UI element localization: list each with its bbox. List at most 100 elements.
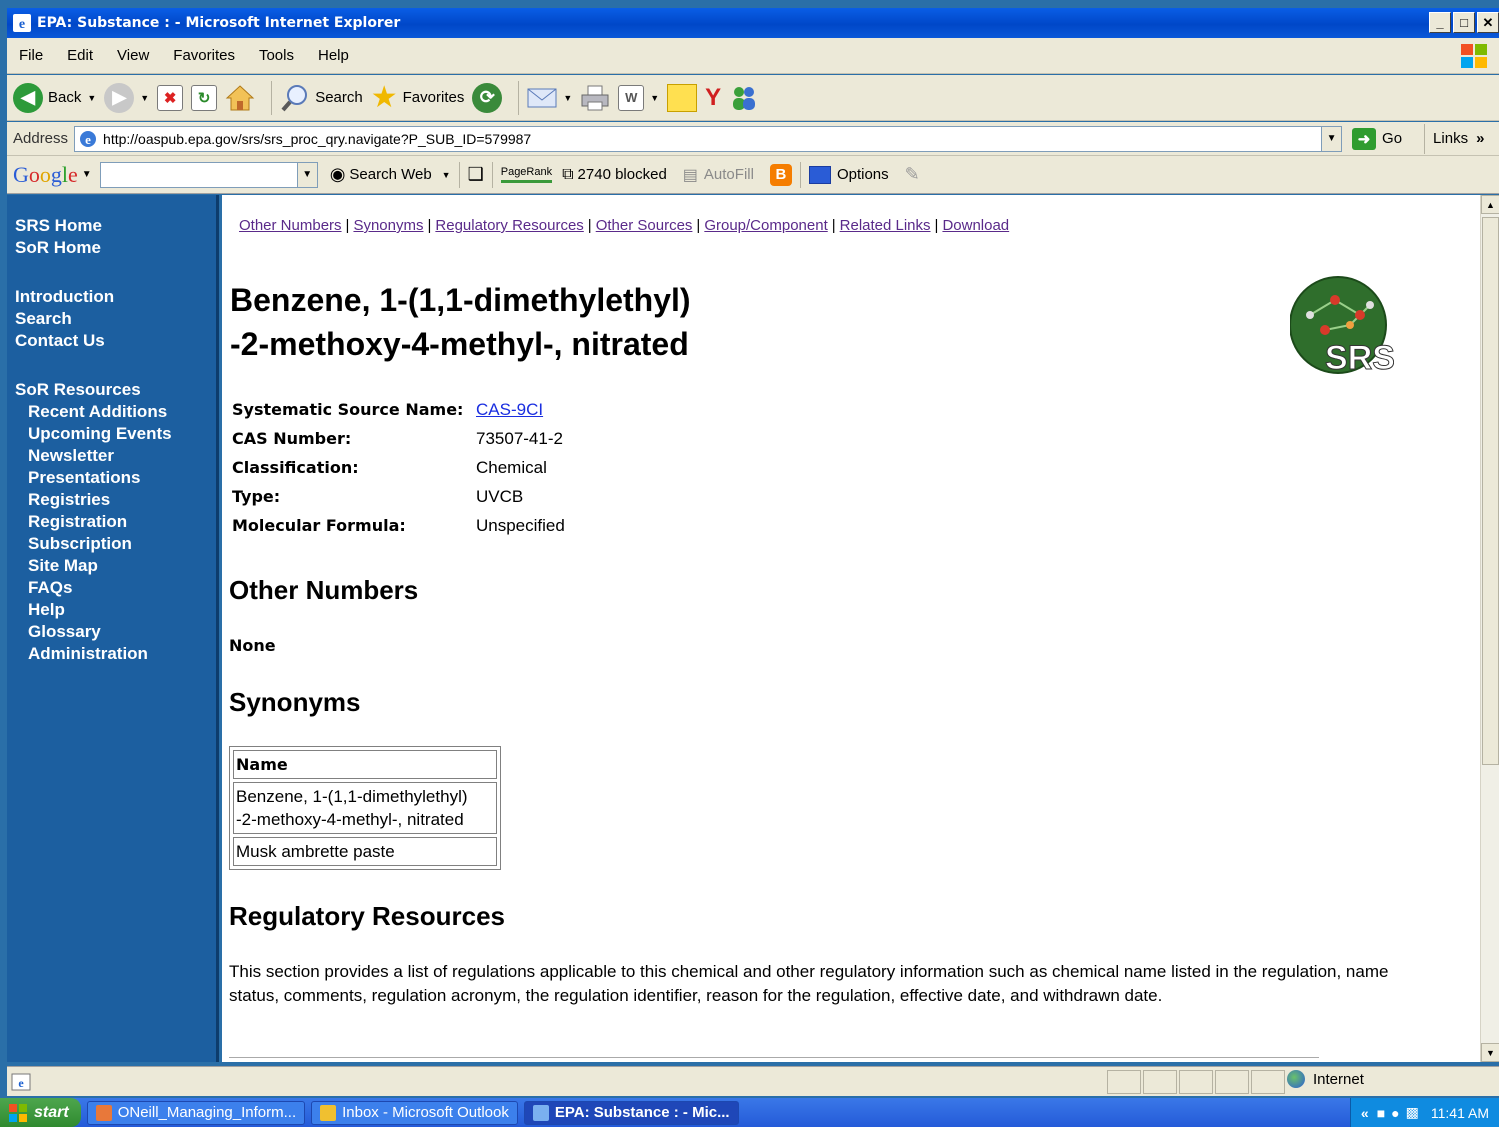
link-related-links[interactable]: Related Links — [840, 217, 931, 234]
chevron-down-icon[interactable]: ▼ — [87, 93, 96, 103]
minimize-button[interactable]: _ — [1429, 12, 1451, 33]
molecular-formula-value: Unspecified — [476, 516, 565, 535]
link-other-sources[interactable]: Other Sources — [596, 217, 693, 234]
menu-tools[interactable]: Tools — [259, 47, 294, 64]
sidebar-nav: SRS Home SoR Home Introduction Search Co… — [7, 195, 219, 1062]
messenger-tray-icon[interactable]: ● — [1391, 1105, 1399, 1121]
taskbar-item-ie[interactable]: EPA: Substance : - Mic... — [523, 1100, 739, 1125]
vertical-scrollbar[interactable]: ▲ ▼ — [1480, 195, 1499, 1062]
link-download[interactable]: Download — [942, 217, 1009, 234]
start-button[interactable]: start — [0, 1098, 81, 1127]
scroll-down-icon[interactable]: ▼ — [1481, 1043, 1499, 1062]
google-logo[interactable]: Google ▼ — [13, 162, 92, 188]
stop-button[interactable]: ✖ — [157, 84, 184, 111]
address-input[interactable]: e http://oaspub.epa.gov/srs/srs_proc_qry… — [74, 125, 1343, 152]
link-regulatory-resources[interactable]: Regulatory Resources — [435, 217, 583, 234]
options-icon — [808, 165, 831, 184]
scroll-thumb[interactable] — [1482, 217, 1499, 765]
popup-blocker-button[interactable]: ⧉ 2740 blocked — [562, 166, 667, 184]
zone-label: Internet — [1313, 1070, 1364, 1088]
sidebar-item-contact-us[interactable]: Contact Us — [7, 330, 216, 352]
taskbar-item-powerpoint[interactable]: ONeill_Managing_Inform... — [86, 1100, 306, 1125]
sidebar-item-glossary[interactable]: Glossary — [7, 621, 216, 643]
sticky-note-icon — [667, 83, 698, 112]
sidebar-item-help[interactable]: Help — [7, 599, 216, 621]
menu-edit[interactable]: Edit — [67, 47, 93, 64]
menu-view[interactable]: View — [117, 47, 149, 64]
status-pane — [1251, 1070, 1285, 1094]
search-button[interactable]: Search — [280, 83, 363, 113]
sidebar-item-upcoming-events[interactable]: Upcoming Events — [7, 423, 216, 445]
favorites-button[interactable]: ★ Favorites — [371, 82, 465, 113]
history-button[interactable]: ⟳ — [472, 82, 503, 113]
sidebar-item-search[interactable]: Search — [7, 308, 216, 330]
pagerank-label: PageRank — [500, 166, 553, 183]
link-divider: | — [696, 217, 701, 234]
messenger-people-icon — [733, 86, 756, 110]
start-label: start — [34, 1103, 69, 1121]
search-web-button[interactable]: ◉ Search Web ▼ — [330, 164, 451, 185]
language-icon[interactable]: ▩ — [1406, 1104, 1419, 1121]
sidebar-item-introduction[interactable]: Introduction — [7, 286, 216, 308]
clock[interactable]: 11:41 AM — [1431, 1105, 1489, 1121]
status-panes — [1107, 1070, 1285, 1094]
refresh-button[interactable]: ↻ — [191, 84, 218, 111]
chevron-down-icon[interactable]: ▼ — [1321, 126, 1342, 151]
go-button[interactable]: ➜ Go — [1352, 127, 1402, 150]
maximize-button[interactable]: □ — [1453, 12, 1475, 33]
pagerank-indicator[interactable]: PageRank — [500, 166, 558, 183]
chevron-down-icon[interactable]: ▼ — [140, 93, 149, 103]
sidebar-item-srs-home[interactable]: SRS Home — [7, 215, 216, 237]
network-icon[interactable]: ■ — [1377, 1105, 1385, 1121]
sidebar-item-sor-home[interactable]: SoR Home — [7, 237, 216, 259]
window-title-bar[interactable]: e EPA: Substance : - Microsoft Internet … — [7, 8, 1499, 38]
messenger-button[interactable] — [729, 84, 759, 112]
chevron-down-icon[interactable]: ▼ — [442, 170, 451, 180]
chevron-down-icon: ▼ — [81, 169, 92, 180]
print-button[interactable] — [580, 84, 610, 112]
link-synonyms[interactable]: Synonyms — [353, 217, 423, 234]
chevron-down-icon[interactable]: ▼ — [650, 93, 659, 103]
highlighter-button[interactable]: ✎ — [905, 164, 920, 185]
google-search-input[interactable]: ▼ — [99, 161, 318, 188]
sidebar-item-presentations[interactable]: Presentations — [7, 467, 216, 489]
sidebar-item-faqs[interactable]: FAQs — [7, 577, 216, 599]
chevron-down-icon[interactable]: ▼ — [296, 162, 317, 187]
sidebar-item-registration[interactable]: Registration — [7, 511, 216, 533]
autofill-button[interactable]: ▤ AutoFill — [683, 165, 754, 185]
regulatory-table-top — [229, 1057, 1319, 1060]
chevron-down-icon[interactable]: ▼ — [563, 93, 572, 103]
edit-button[interactable]: W ▼ — [618, 84, 659, 111]
blogger-button[interactable]: B — [769, 163, 792, 186]
news-button[interactable]: ❑ — [468, 164, 484, 185]
taskbar-item-outlook[interactable]: Inbox - Microsoft Outlook — [311, 1100, 518, 1125]
type-value: UVCB — [476, 487, 524, 506]
systematic-source-link[interactable]: CAS-9CI — [476, 400, 543, 419]
menu-file[interactable]: File — [19, 47, 43, 64]
menu-help[interactable]: Help — [318, 47, 349, 64]
sidebar-item-administration[interactable]: Administration — [7, 643, 216, 665]
link-other-numbers[interactable]: Other Numbers — [239, 217, 342, 234]
sidebar-item-site-map[interactable]: Site Map — [7, 555, 216, 577]
sidebar-item-recent-additions[interactable]: Recent Additions — [7, 401, 216, 423]
sidebar-item-subscription[interactable]: Subscription — [7, 533, 216, 555]
sidebar-item-sor-resources[interactable]: SoR Resources — [7, 379, 216, 401]
home-button[interactable] — [225, 84, 255, 112]
sidebar-item-registries[interactable]: Registries — [7, 489, 216, 511]
back-button[interactable]: ◀ Back ▼ — [13, 82, 96, 113]
messenger-y-button[interactable]: Y — [705, 84, 721, 112]
link-group-component[interactable]: Group/Component — [704, 217, 827, 234]
forward-button[interactable]: ▶ ▼ — [104, 82, 149, 113]
close-button[interactable]: ✕ — [1477, 12, 1499, 33]
links-button[interactable]: Links » — [1424, 123, 1484, 154]
security-zone[interactable]: Internet — [1287, 1070, 1364, 1088]
sidebar-item-newsletter[interactable]: Newsletter — [7, 445, 216, 467]
mail-button[interactable]: ▼ — [527, 86, 572, 110]
scroll-up-icon[interactable]: ▲ — [1481, 195, 1499, 214]
menu-favorites[interactable]: Favorites — [173, 47, 235, 64]
options-button[interactable]: Options — [808, 165, 889, 184]
show-hidden-icons-button[interactable]: « — [1361, 1105, 1369, 1121]
task-label: EPA: Substance : - Mic... — [554, 1104, 730, 1121]
notes-button[interactable] — [667, 83, 698, 112]
